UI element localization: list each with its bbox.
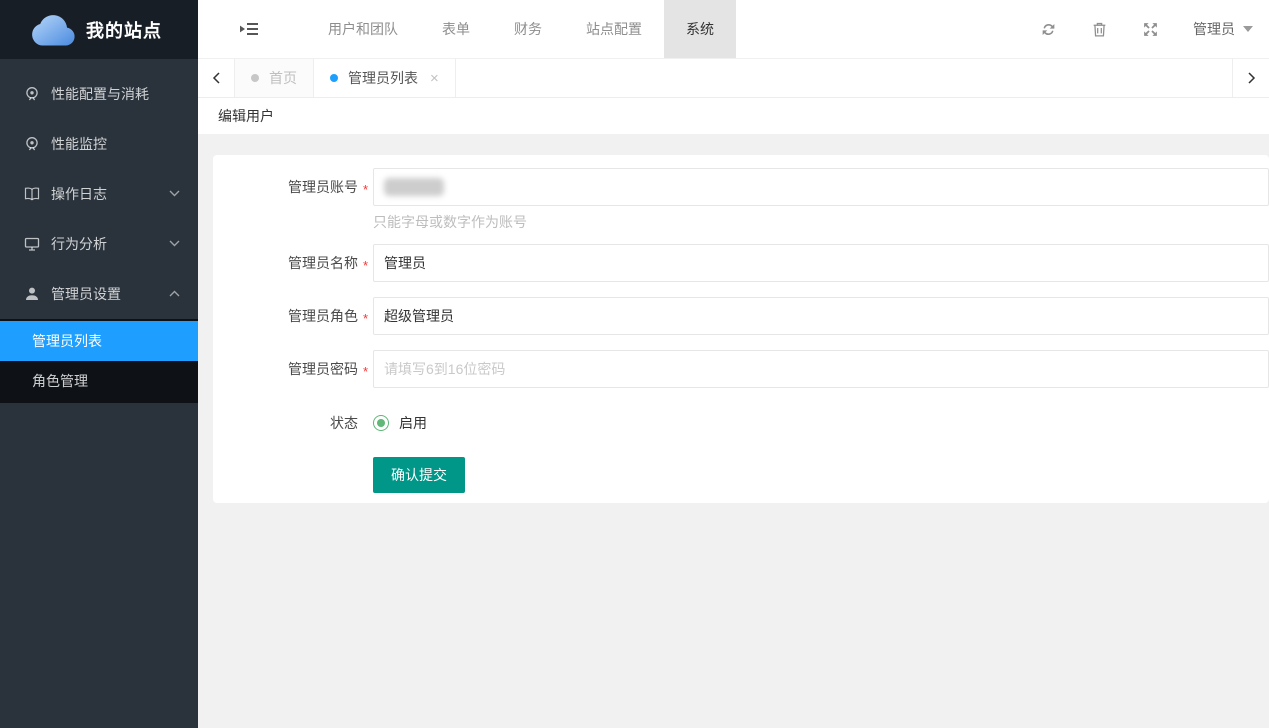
top-nav: 用户和团队 表单 财务 站点配置 系统	[306, 0, 736, 58]
top-nav-label: 站点配置	[586, 19, 642, 39]
sidebar-item-performance-config[interactable]: 性能配置与消耗	[0, 69, 198, 119]
page-title: 编辑用户	[218, 106, 274, 126]
required-asterisk: *	[358, 307, 373, 326]
sidebar-subitem-label: 管理员列表	[32, 331, 102, 351]
top-nav-label: 用户和团队	[328, 19, 398, 39]
required-asterisk: *	[358, 178, 373, 197]
tab-label: 首页	[269, 68, 297, 88]
role-label: 管理员角色	[213, 306, 358, 326]
header-actions: 管理员	[1006, 0, 1269, 58]
asterisk-spacer	[358, 421, 373, 425]
tab-bar: 首页 管理员列表 ×	[198, 59, 1269, 98]
radar-icon	[24, 86, 40, 102]
sidebar-nav: 性能配置与消耗 性能监控 操作日志	[0, 59, 198, 728]
name-label: 管理员名称	[213, 253, 358, 273]
main-area: 用户和团队 表单 财务 站点配置 系统	[198, 0, 1269, 728]
sidebar-item-operation-log[interactable]: 操作日志	[0, 169, 198, 219]
sidebar-subitem-role-management[interactable]: 角色管理	[0, 361, 198, 401]
user-dropdown[interactable]: 管理员	[1193, 19, 1253, 39]
sidebar-item-behavior-analysis[interactable]: 行为分析	[0, 219, 198, 269]
status-label: 状态	[213, 413, 358, 433]
top-header: 用户和团队 表单 财务 站点配置 系统	[198, 0, 1269, 59]
book-icon	[24, 186, 40, 202]
sidebar-item-label: 性能监控	[51, 134, 107, 154]
app-window: 我的站点 性能配置与消耗 性能监控	[0, 0, 1269, 728]
trash-icon[interactable]	[1091, 21, 1108, 38]
tab-home[interactable]: 首页	[235, 59, 314, 97]
sidebar-subitem-admin-list[interactable]: 管理员列表	[0, 321, 198, 361]
sidebar-item-label: 管理员设置	[51, 284, 121, 304]
content-area: 编辑用户 管理员账号 * 只能字母或数字作为账号 管理员名称 *	[198, 98, 1269, 728]
tab-status-dot	[330, 74, 338, 82]
sidebar-submenu: 管理员列表 角色管理	[0, 319, 198, 403]
refresh-icon[interactable]	[1040, 21, 1057, 38]
sidebar-subitem-label: 角色管理	[32, 371, 88, 391]
top-nav-label: 表单	[442, 19, 470, 39]
password-label: 管理员密码	[213, 359, 358, 379]
site-title: 我的站点	[86, 17, 162, 43]
top-nav-system[interactable]: 系统	[664, 0, 736, 58]
top-nav-forms[interactable]: 表单	[420, 0, 492, 58]
tabs-scroll-left-icon[interactable]	[198, 59, 235, 97]
redacted-account-value	[384, 178, 444, 196]
radio-dot	[377, 419, 385, 427]
close-icon[interactable]: ×	[430, 71, 439, 86]
cloud-logo-icon	[20, 10, 76, 50]
tab-status-dot	[251, 74, 259, 82]
sidebar: 我的站点 性能配置与消耗 性能监控	[0, 0, 198, 728]
sidebar-item-label: 性能配置与消耗	[51, 84, 149, 104]
top-nav-finance[interactable]: 财务	[492, 0, 564, 58]
top-nav-label: 系统	[686, 19, 714, 39]
collapse-menu-icon[interactable]	[240, 0, 258, 58]
fullscreen-icon[interactable]	[1142, 21, 1159, 38]
user-icon	[24, 286, 40, 302]
account-hint: 只能字母或数字作为账号	[373, 212, 1269, 232]
page-title-bar: 编辑用户	[198, 98, 1269, 134]
sidebar-item-label: 操作日志	[51, 184, 107, 204]
tab-admin-list[interactable]: 管理员列表 ×	[314, 59, 456, 97]
status-radio-enabled[interactable]	[373, 415, 389, 431]
sidebar-item-label: 行为分析	[51, 234, 107, 254]
submit-button[interactable]: 确认提交	[373, 457, 465, 493]
required-asterisk: *	[358, 254, 373, 273]
chevron-down-icon	[169, 240, 180, 247]
monitor-icon	[24, 236, 40, 252]
form-row-role: 管理员角色 *	[213, 297, 1269, 335]
form-row-name: 管理员名称 *	[213, 244, 1269, 282]
edit-user-form-card: 管理员账号 * 只能字母或数字作为账号 管理员名称 * 管理员角色 *	[213, 155, 1269, 503]
top-nav-site-config[interactable]: 站点配置	[564, 0, 664, 58]
chevron-up-icon	[169, 290, 180, 297]
required-asterisk: *	[358, 360, 373, 379]
name-input[interactable]	[373, 244, 1269, 282]
top-nav-users-teams[interactable]: 用户和团队	[306, 0, 420, 58]
sidebar-item-admin-settings[interactable]: 管理员设置	[0, 269, 198, 319]
caret-down-icon	[1243, 26, 1253, 32]
password-input[interactable]	[373, 350, 1269, 388]
account-input[interactable]	[373, 168, 1269, 206]
form-row-password: 管理员密码 *	[213, 350, 1269, 388]
role-input[interactable]	[373, 297, 1269, 335]
user-name: 管理员	[1193, 19, 1235, 39]
chevron-down-icon	[169, 190, 180, 197]
account-label: 管理员账号	[213, 177, 358, 197]
form-row-status: 状态 启用	[213, 409, 1269, 437]
site-logo[interactable]: 我的站点	[0, 0, 198, 59]
radar-icon	[24, 136, 40, 152]
tabs-scroll-right-icon[interactable]	[1232, 59, 1269, 97]
sidebar-item-performance-monitor[interactable]: 性能监控	[0, 119, 198, 169]
tab-label: 管理员列表	[348, 68, 418, 88]
form-row-account: 管理员账号 *	[213, 168, 1269, 206]
status-option-label: 启用	[399, 413, 427, 433]
top-nav-label: 财务	[514, 19, 542, 39]
